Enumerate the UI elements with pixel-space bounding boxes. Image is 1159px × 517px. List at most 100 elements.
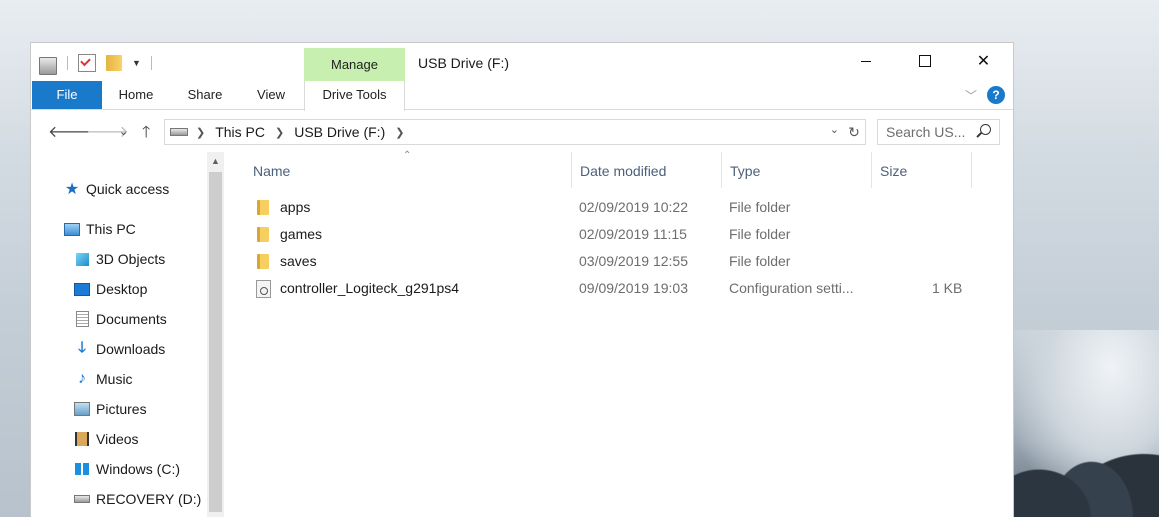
breadcrumb-this-pc[interactable]: This PC [215, 124, 265, 140]
file-name: apps [280, 199, 311, 215]
up-arrow-icon[interactable]: 🡑 [142, 121, 150, 148]
music-icon: ♪ [78, 370, 86, 387]
file-name: saves [280, 253, 317, 269]
table-row[interactable]: apps 02/09/2019 10:22 File folder [247, 196, 987, 220]
sidebar-item-label: RECOVERY (D:) [96, 491, 202, 507]
search-placeholder: Search US... [886, 124, 966, 140]
search-icon[interactable] [980, 124, 991, 135]
expand-ribbon-icon[interactable]: ﹀ [965, 87, 977, 104]
file-type: File folder [729, 253, 791, 269]
nav-scrollbar[interactable]: ▲ [207, 152, 224, 517]
sidebar-item-quick-access[interactable]: ★ Quick access [64, 178, 169, 200]
column-header-name[interactable]: Name [245, 152, 572, 188]
sidebar-item-label: This PC [86, 221, 136, 237]
sidebar-item-label: Downloads [96, 341, 166, 357]
recent-locations-chevron-icon[interactable]: ⌄ [119, 125, 128, 138]
tab-home[interactable]: Home [111, 81, 161, 109]
windows-drive-icon [74, 461, 90, 477]
qat-separator [67, 56, 68, 70]
sidebar-item-label: Pictures [96, 401, 147, 417]
title-bar: ▼ Manage USB Drive (F:) ✕ [31, 43, 1013, 81]
minimize-button[interactable] [836, 43, 895, 79]
downloads-icon: 🡓 [78, 338, 86, 356]
scrollbar-thumb[interactable] [209, 172, 222, 512]
file-date: 09/09/2019 19:03 [579, 280, 688, 296]
ribbon-right-controls: ﹀ ? [965, 86, 1005, 104]
sidebar-item-label: Documents [96, 311, 167, 327]
videos-icon [74, 431, 90, 447]
sidebar-item-recovery-d[interactable]: RECOVERY (D:) [74, 488, 201, 510]
breadcrumb-separator-icon[interactable]: ❯ [196, 126, 205, 139]
file-date: 02/09/2019 10:22 [579, 199, 688, 215]
table-row[interactable]: games 02/09/2019 11:15 File folder [247, 223, 987, 247]
search-input[interactable]: Search US... [877, 119, 1000, 145]
column-header-date-modified[interactable]: Date modified [572, 152, 722, 188]
tab-view[interactable]: View [249, 81, 293, 109]
folder-icon [257, 254, 269, 269]
table-row[interactable]: saves 03/09/2019 12:55 File folder [247, 250, 987, 274]
address-row: 🡐 🡒 ⌄ 🡑 ❯ This PC ❯ USB Drive (F:) ❯ ⌄ ↻… [31, 117, 1013, 147]
window-title: USB Drive (F:) [418, 55, 509, 71]
refresh-button[interactable]: ↻ [843, 119, 866, 145]
address-bar[interactable]: ❯ This PC ❯ USB Drive (F:) ❯ ⌄ [164, 119, 866, 145]
maximize-button[interactable] [895, 43, 954, 79]
table-row[interactable]: controller_Logiteck_g291ps4 09/09/2019 1… [247, 277, 987, 301]
tab-file[interactable]: File [32, 81, 102, 109]
file-name: games [280, 226, 323, 242]
sidebar-item-label: Videos [96, 431, 139, 447]
address-history-chevron-icon[interactable]: ⌄ [830, 123, 839, 136]
sidebar-item-windows-c[interactable]: Windows (C:) [74, 458, 180, 480]
navigation-pane: ★ Quick access This PC 3D Objects Deskto… [31, 152, 207, 517]
sidebar-item-label: Music [96, 371, 133, 387]
pictures-icon [74, 401, 90, 417]
file-name: controller_Logiteck_g291ps4 [280, 280, 460, 296]
file-explorer-window: ▼ Manage USB Drive (F:) ✕ File Home Shar… [31, 43, 1013, 517]
sidebar-item-label: Windows (C:) [96, 461, 181, 477]
sidebar-item-this-pc[interactable]: This PC [64, 218, 136, 240]
sidebar-item-pictures[interactable]: Pictures [74, 398, 147, 420]
folder-icon [257, 200, 269, 215]
help-icon[interactable]: ? [987, 86, 1005, 104]
sidebar-item-label: 3D Objects [96, 251, 166, 267]
this-pc-icon [64, 221, 80, 237]
column-header-type[interactable]: Type [722, 152, 872, 188]
file-type: File folder [729, 199, 791, 215]
tab-drive-tools[interactable]: Drive Tools [304, 81, 405, 111]
sidebar-item-label: Desktop [96, 281, 148, 297]
config-file-icon [256, 280, 271, 298]
manage-contextual-tab[interactable]: Manage [304, 48, 405, 81]
ribbon-tabs: File Home Share View Drive Tools ﹀ ? [31, 81, 1013, 111]
new-folder-icon[interactable] [106, 55, 122, 71]
sidebar-item-downloads[interactable]: 🡓 Downloads [74, 338, 165, 360]
folder-icon [257, 227, 269, 242]
sidebar-item-videos[interactable]: Videos [74, 428, 139, 450]
properties-icon[interactable] [78, 54, 96, 72]
file-type: File folder [729, 226, 791, 242]
sidebar-item-3d-objects[interactable]: 3D Objects [74, 248, 165, 270]
close-icon: ✕ [976, 53, 991, 70]
3d-objects-icon [74, 251, 90, 267]
column-header-size[interactable]: Size [872, 152, 972, 188]
wallpaper-trees [1009, 407, 1159, 517]
close-button[interactable]: ✕ [954, 43, 1013, 79]
file-date: 02/09/2019 11:15 [579, 226, 687, 242]
sidebar-item-desktop[interactable]: Desktop [74, 278, 147, 300]
file-size: 1 KB [932, 280, 963, 296]
customize-toolbar-chevron-icon[interactable]: ▼ [132, 58, 141, 68]
sidebar-item-documents[interactable]: Documents [74, 308, 167, 330]
qat-separator [150, 56, 152, 70]
sidebar-item-label: Quick access [86, 181, 170, 197]
breadcrumb-separator-icon[interactable]: ❯ [395, 126, 404, 139]
window-controls: ✕ [836, 43, 1013, 79]
drive-icon [170, 128, 188, 136]
scroll-up-arrow-icon[interactable]: ▲ [207, 152, 224, 169]
breadcrumb-usb-drive[interactable]: USB Drive (F:) [294, 124, 385, 140]
back-arrow-icon[interactable]: 🡐 [48, 121, 91, 142]
quick-access-toolbar: ▼ [39, 51, 152, 75]
tab-share[interactable]: Share [179, 81, 231, 109]
breadcrumb-separator-icon[interactable]: ❯ [275, 126, 284, 139]
sidebar-item-music[interactable]: ♪ Music [74, 368, 133, 390]
drive-icon [39, 57, 57, 75]
maximize-icon [918, 55, 931, 67]
minimize-icon [860, 60, 871, 62]
